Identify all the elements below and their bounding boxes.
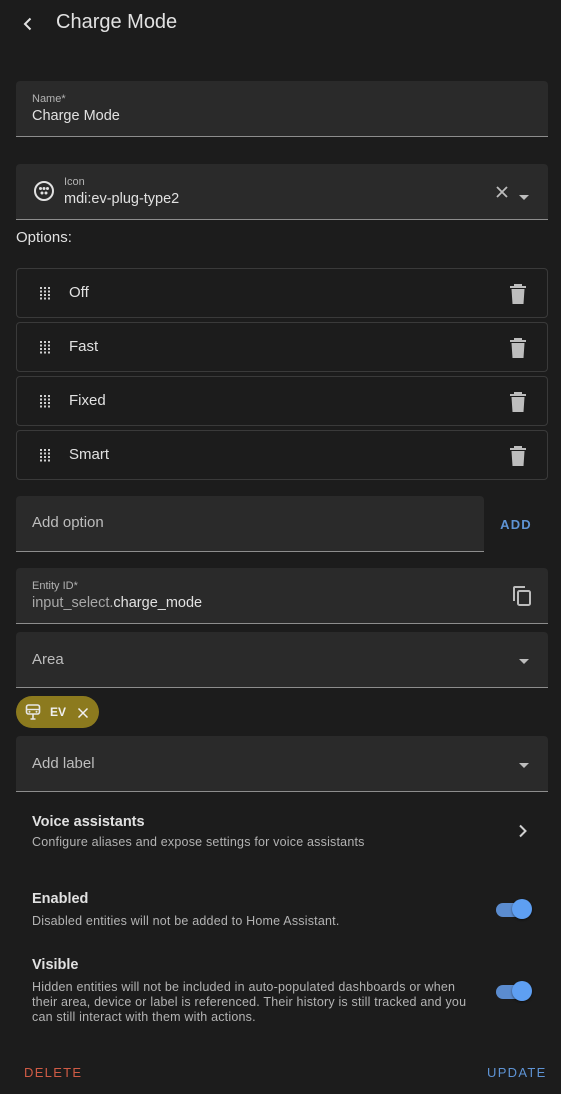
name-field-value: Charge Mode xyxy=(32,108,120,124)
remove-area-chip-button[interactable] xyxy=(77,706,89,719)
icon-dropdown-button[interactable] xyxy=(518,188,530,200)
option-row: Smart xyxy=(16,430,548,480)
name-field-label: Name* xyxy=(32,93,66,105)
drag-handle-icon[interactable] xyxy=(38,448,52,462)
entity-id-object: charge_mode xyxy=(113,595,203,611)
ev-plug-type2-icon xyxy=(34,181,54,201)
area-placeholder: Area xyxy=(32,651,64,668)
area-chip[interactable]: EV xyxy=(16,696,99,728)
trash-icon[interactable] xyxy=(509,445,527,467)
enabled-toggle-thumb xyxy=(512,899,532,919)
copy-icon xyxy=(513,586,531,606)
option-label: Fixed xyxy=(69,392,106,409)
entity-id-value: input_select.charge_mode xyxy=(32,595,202,611)
page-title: Charge Mode xyxy=(56,11,178,33)
add-option-input[interactable]: Add option xyxy=(16,496,484,552)
visible-toggle-thumb xyxy=(512,981,532,1001)
trash-icon[interactable] xyxy=(509,391,527,413)
icon-field-value: mdi:ev-plug-type2 xyxy=(64,191,180,207)
caret-down-icon xyxy=(519,763,529,768)
option-label: Fast xyxy=(69,338,99,355)
copy-entity-id-button[interactable] xyxy=(512,585,534,607)
delete-button[interactable]: DELETE xyxy=(24,1060,82,1084)
visible-title: Visible xyxy=(32,957,79,973)
option-row: Fixed xyxy=(16,376,548,426)
enabled-toggle[interactable] xyxy=(496,896,532,922)
chevron-left-icon xyxy=(23,17,32,31)
back-button[interactable] xyxy=(14,10,42,38)
chevron-right-icon xyxy=(519,824,527,838)
car-icon xyxy=(25,704,41,720)
voice-assistants-subtitle: Configure aliases and expose settings fo… xyxy=(32,835,365,849)
options-label: Options: xyxy=(16,229,72,246)
visible-subtitle: Hidden entities will not be included in … xyxy=(32,980,467,1024)
option-label: Smart xyxy=(69,446,110,463)
option-row: Fast xyxy=(16,322,548,372)
area-picker[interactable]: Area xyxy=(16,632,548,688)
icon-picker[interactable]: Icon mdi:ev-plug-type2 xyxy=(16,164,548,220)
trash-icon[interactable] xyxy=(509,283,527,305)
option-label: Off xyxy=(69,284,89,301)
trash-icon[interactable] xyxy=(509,337,527,359)
area-chip-label: EV xyxy=(50,705,67,719)
icon-field-label: Icon xyxy=(64,176,85,188)
clear-icon-button[interactable] xyxy=(494,184,510,200)
add-label-placeholder: Add label xyxy=(32,755,95,772)
add-option-button[interactable]: ADD xyxy=(486,508,546,540)
visible-toggle[interactable] xyxy=(496,978,532,1004)
add-option-placeholder: Add option xyxy=(32,514,104,531)
close-icon xyxy=(496,186,508,198)
drag-handle-icon[interactable] xyxy=(38,286,52,300)
enabled-title: Enabled xyxy=(32,891,89,907)
enabled-subtitle: Disabled entities will not be added to H… xyxy=(32,914,340,928)
caret-down-icon xyxy=(519,195,529,200)
entity-id-field[interactable]: Entity ID* input_select.charge_mode xyxy=(16,568,548,624)
label-picker[interactable]: Add label xyxy=(16,736,548,792)
voice-assistants-title: Voice assistants xyxy=(32,814,145,830)
update-button[interactable]: UPDATE xyxy=(487,1060,547,1084)
close-icon xyxy=(77,707,89,719)
voice-assistants-row[interactable]: Voice assistants Configure aliases and e… xyxy=(16,806,548,856)
option-row: Off xyxy=(16,268,548,318)
drag-handle-icon[interactable] xyxy=(38,394,52,408)
caret-down-icon xyxy=(519,659,529,664)
entity-id-prefix: input_select. xyxy=(32,595,114,611)
drag-handle-icon[interactable] xyxy=(38,340,52,354)
entity-id-label: Entity ID* xyxy=(32,580,78,592)
name-field[interactable]: Name* Charge Mode xyxy=(16,81,548,137)
